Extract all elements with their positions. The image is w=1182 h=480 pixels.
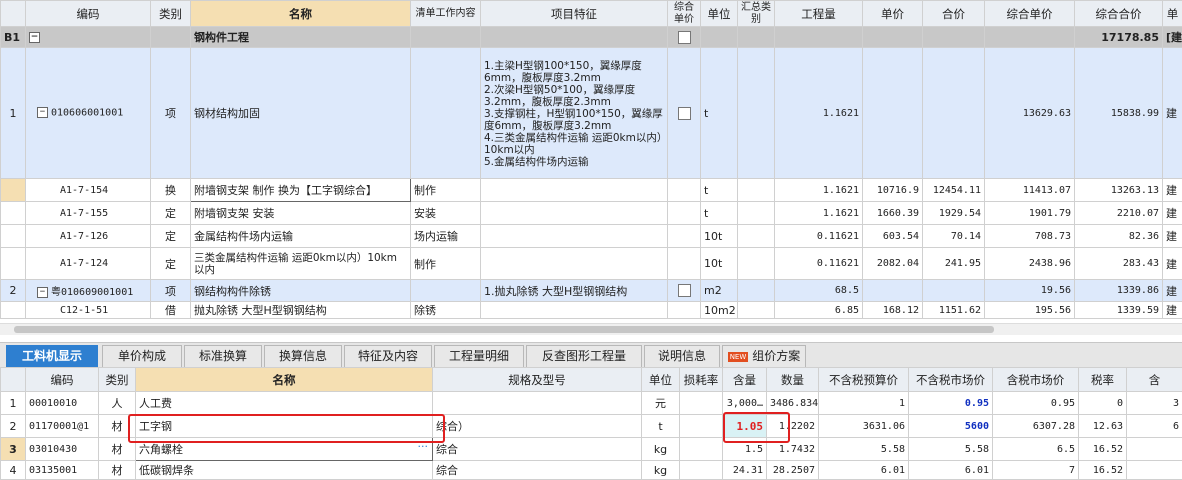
section-composite-total: 17178.85 bbox=[1075, 27, 1163, 48]
row-feature: 1.抛丸除锈 大型H型钢钢结构 bbox=[481, 280, 668, 302]
minus-box-icon[interactable]: − bbox=[37, 287, 48, 298]
top-grid: 编码 类别 名称 清单工作内容 项目特征 综合单价 单位 汇总类别 工程量 单价… bbox=[0, 0, 1182, 319]
col-header-tax-rate[interactable]: 税率 bbox=[1079, 368, 1127, 392]
tab-labor-material-machine[interactable]: 工料机显示 bbox=[6, 345, 98, 367]
col-header-index bbox=[1, 1, 26, 27]
table-row[interactable]: 1 −010606001001 项 钢材结构加固 1.主梁H型钢100*150，… bbox=[1, 48, 1182, 179]
material-name-input[interactable]: 六角螺栓··· bbox=[136, 438, 433, 461]
tab-quantity-detail[interactable]: 工程量明细 bbox=[434, 345, 524, 367]
tab-conversion-info[interactable]: 换算信息 bbox=[264, 345, 342, 367]
col-header-name[interactable]: 名称 bbox=[191, 1, 411, 27]
table-row[interactable]: C12-1-51 借 抛丸除锈 大型H型钢钢结构 除锈 10m2 6.85 16… bbox=[1, 302, 1182, 319]
checkbox-icon[interactable] bbox=[678, 31, 691, 44]
col-header-loss-rate[interactable]: 损耗率 bbox=[680, 368, 723, 392]
col-header-code[interactable]: 编码 bbox=[26, 368, 99, 392]
col-header-name[interactable]: 名称 bbox=[136, 368, 433, 392]
material-name-cell[interactable]: 工字钢 bbox=[136, 415, 433, 438]
col-header-composite-total[interactable]: 综合合价 bbox=[1075, 1, 1163, 27]
new-badge-icon: NEW bbox=[728, 352, 749, 362]
col-header-price[interactable]: 单价 bbox=[863, 1, 923, 27]
table-row[interactable]: A1-7-126 定 金属结构件场内运输 场内运输 10t 0.11621 60… bbox=[1, 225, 1182, 248]
col-header-work-content[interactable]: 清单工作内容 bbox=[411, 1, 481, 27]
tab-unit-price-composition[interactable]: 单价构成 bbox=[102, 345, 182, 367]
col-header-composite-price[interactable]: 综合单价 bbox=[985, 1, 1075, 27]
table-row[interactable]: 3 03010430 材 六角螺栓··· 综合 kg 1.5 1.7432 5.… bbox=[1, 438, 1182, 461]
tab-graphic-quantity[interactable]: 反查图形工程量 bbox=[526, 345, 642, 367]
tab-description[interactable]: 说明信息 bbox=[644, 345, 720, 367]
horizontal-scrollbar[interactable] bbox=[0, 323, 1182, 335]
minus-box-icon[interactable]: − bbox=[37, 107, 48, 118]
section-row[interactable]: B1 − 钢构件工程 17178.85 [建 bbox=[1, 27, 1182, 48]
col-header-code[interactable]: 编码 bbox=[26, 1, 151, 27]
top-grid-header: 编码 类别 名称 清单工作内容 项目特征 综合单价 单位 汇总类别 工程量 单价… bbox=[1, 1, 1182, 27]
col-header-quantity[interactable]: 工程量 bbox=[775, 1, 863, 27]
row-name: 三类金属结构件运输 运距0km以内）10km以内 bbox=[191, 248, 411, 280]
scrollbar-thumb[interactable] bbox=[14, 326, 994, 333]
col-header-spec[interactable]: 规格及型号 bbox=[433, 368, 642, 392]
tab-feature-content[interactable]: 特征及内容 bbox=[344, 345, 432, 367]
col-header-content[interactable]: 含量 bbox=[723, 368, 767, 392]
row-name: 抛丸除锈 大型H型钢钢结构 bbox=[191, 302, 411, 319]
col-header-composite[interactable]: 综合单价 bbox=[668, 1, 701, 27]
col-header-more[interactable]: 含 bbox=[1127, 368, 1182, 392]
row-feature: 1.主梁H型钢100*150，翼缘厚度6mm，腹板厚度3.2mm 2.次梁H型钢… bbox=[481, 48, 668, 179]
table-row[interactable]: 1 00010010 人 人工费 元 3,000… 3486.8346 1 0.… bbox=[1, 392, 1182, 415]
col-header-summary[interactable]: 汇总类别 bbox=[738, 1, 775, 27]
col-header-category[interactable]: 类别 bbox=[99, 368, 136, 392]
row-name[interactable]: 附墙钢支架 制作 换为【工字钢综合】 bbox=[191, 179, 411, 202]
minus-box-icon[interactable]: − bbox=[29, 32, 40, 43]
row-name: 附墙钢支架 安装 bbox=[191, 202, 411, 225]
bottom-grid: 编码 类别 名称 规格及型号 单位 损耗率 含量 数量 不含税预算价 不含税市场… bbox=[0, 367, 1182, 480]
checkbox-icon[interactable] bbox=[678, 284, 691, 297]
col-header-pre-tax-budget[interactable]: 不含税预算价 bbox=[819, 368, 909, 392]
ellipsis-icon[interactable]: ··· bbox=[418, 440, 429, 453]
row-name: 钢结构构件除锈 bbox=[191, 280, 411, 302]
col-header-feature[interactable]: 项目特征 bbox=[481, 1, 668, 27]
col-header-more[interactable]: 单 bbox=[1163, 1, 1182, 27]
tab-standard-conversion[interactable]: 标准换算 bbox=[184, 345, 262, 367]
section-label: B1 bbox=[1, 27, 26, 48]
tab-pricing-plan[interactable]: NEW组价方案 bbox=[722, 345, 806, 367]
col-header-quantity[interactable]: 数量 bbox=[767, 368, 819, 392]
table-row[interactable]: 2 01170001@1 材 工字钢 综合） t 1.05 1.2202 363… bbox=[1, 415, 1182, 438]
col-header-market-price[interactable]: 不含税市场价 bbox=[909, 368, 993, 392]
table-row[interactable]: A1-7-155 定 附墙钢支架 安装 安装 t 1.1621 1660.39 … bbox=[1, 202, 1182, 225]
table-row[interactable]: 4 03135001 材 低碳钢焊条 综合 kg 24.31 28.2507 6… bbox=[1, 461, 1182, 480]
table-row[interactable]: 2 −粤010609001001 项 钢结构构件除锈 1.抛丸除锈 大型H型钢钢… bbox=[1, 280, 1182, 302]
col-header-total[interactable]: 合价 bbox=[923, 1, 985, 27]
checkbox-icon[interactable] bbox=[678, 107, 691, 120]
col-header-unit[interactable]: 单位 bbox=[642, 368, 680, 392]
col-header-tax-market-price[interactable]: 含税市场价 bbox=[993, 368, 1079, 392]
content-cell[interactable]: 1.05 bbox=[723, 415, 767, 438]
row-name: 金属结构件场内运输 bbox=[191, 225, 411, 248]
table-row[interactable]: A1-7-124 定 三类金属结构件运输 运距0km以内）10km以内 制作 1… bbox=[1, 248, 1182, 280]
bottom-grid-header: 编码 类别 名称 规格及型号 单位 损耗率 含量 数量 不含税预算价 不含税市场… bbox=[1, 368, 1182, 392]
col-header-category[interactable]: 类别 bbox=[151, 1, 191, 27]
row-name: 钢材结构加固 bbox=[191, 48, 411, 179]
table-row[interactable]: A1-7-154 换 附墙钢支架 制作 换为【工字钢综合】 制作 t 1.162… bbox=[1, 179, 1182, 202]
col-header-unit[interactable]: 单位 bbox=[701, 1, 738, 27]
tab-bar: 工料机显示 单价构成 标准换算 换算信息 特征及内容 工程量明细 反查图形工程量… bbox=[0, 342, 1182, 368]
section-name: 钢构件工程 bbox=[191, 27, 411, 48]
